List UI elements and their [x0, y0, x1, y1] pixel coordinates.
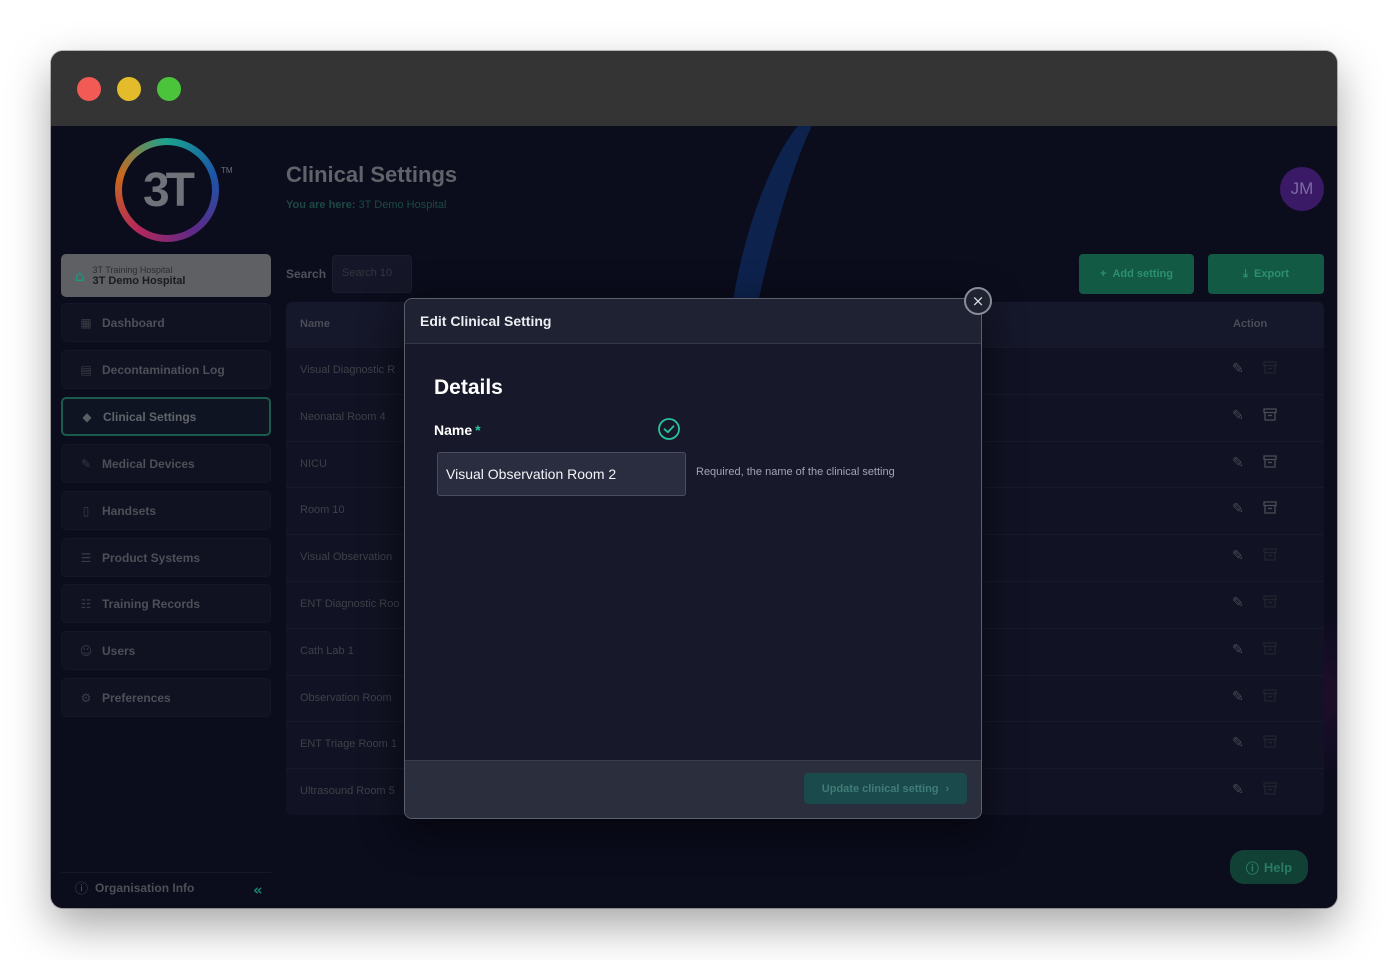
- modal-close-button[interactable]: ×: [964, 287, 992, 315]
- window-minimize-button[interactable]: [117, 77, 141, 101]
- name-field-hint: Required, the name of the clinical setti…: [696, 466, 895, 478]
- chevron-right-icon: ›: [945, 782, 950, 795]
- update-clinical-setting-button[interactable]: Update clinical setting ›: [804, 773, 967, 804]
- window-maximize-button[interactable]: [157, 77, 181, 101]
- window-titlebar: [51, 51, 1337, 126]
- window-close-button[interactable]: [77, 77, 101, 101]
- edit-clinical-setting-modal: Edit Clinical Setting Details Name* Requ…: [404, 298, 982, 819]
- app-window: 3T TM ⌂ 3T Training Hospital 3T Demo Hos…: [51, 51, 1337, 908]
- required-mark: *: [475, 422, 481, 438]
- name-field[interactable]: [437, 452, 686, 496]
- name-field-label: Name *: [434, 422, 481, 438]
- section-title: Details: [434, 376, 503, 399]
- modal-header: Edit Clinical Setting: [405, 299, 981, 344]
- modal-title: Edit Clinical Setting: [420, 313, 552, 329]
- check-circle-icon: [658, 418, 680, 440]
- app-content: 3T TM ⌂ 3T Training Hospital 3T Demo Hos…: [51, 126, 1337, 908]
- modal-footer: Update clinical setting ›: [405, 760, 981, 818]
- modal-body: Details Name* Required, the name of the …: [405, 344, 981, 760]
